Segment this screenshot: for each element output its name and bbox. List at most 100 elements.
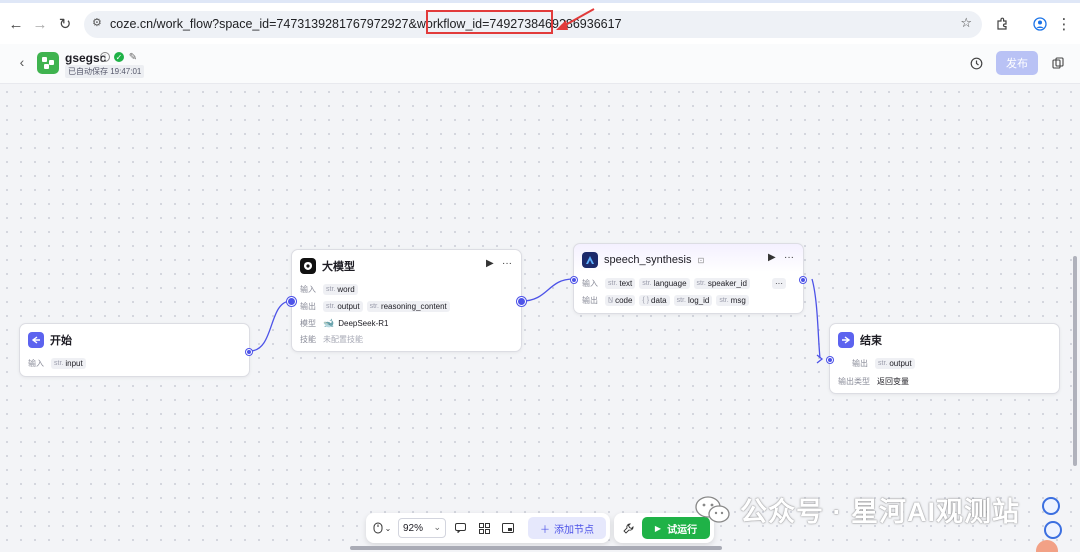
workflow-logo xyxy=(37,52,59,74)
verified-check-icon: ✓ xyxy=(114,52,124,62)
variable-name: word xyxy=(337,285,355,294)
end-output-kind-value: 返回变量 xyxy=(877,377,909,386)
type-tag: str. xyxy=(676,297,686,304)
type-tag: str. xyxy=(369,303,379,310)
comment-icon[interactable] xyxy=(452,520,468,536)
type-tag: str. xyxy=(719,297,729,304)
workflow-canvas[interactable] xyxy=(0,85,1080,552)
more-inputs-chip[interactable]: ··· xyxy=(772,278,786,289)
variable-name: code xyxy=(615,296,633,305)
variable-name: log_id xyxy=(687,296,710,305)
speech-input-chip: str. text xyxy=(605,278,636,289)
minimap-icon[interactable] xyxy=(500,520,516,536)
profile-icon[interactable] xyxy=(1030,14,1050,34)
speech-output-chip: { } data xyxy=(639,295,670,306)
start-node-title: 开始 xyxy=(50,335,72,347)
type-tag: str. xyxy=(696,280,706,287)
browser-menu-icon[interactable]: ⋮ xyxy=(1054,14,1074,34)
extensions-icon[interactable] xyxy=(992,14,1012,34)
variable-name: data xyxy=(651,296,667,305)
variable-name: reasoning_content xyxy=(380,302,447,311)
reload-icon[interactable]: ↻ xyxy=(55,14,75,34)
speech-synthesis-node[interactable]: speech_synthesis ⊡ ▶ ··· 输入 str. text str… xyxy=(571,243,806,314)
vertical-scrollbar[interactable] xyxy=(1073,256,1077,466)
type-tag: str. xyxy=(54,360,64,367)
mouse-mode-icon[interactable]: ⌄ xyxy=(372,520,392,536)
auto-layout-icon[interactable] xyxy=(476,520,492,536)
assistant-float-icon[interactable] xyxy=(1044,521,1062,539)
speech-input-port[interactable] xyxy=(571,277,577,283)
llm-model-label: 模型 xyxy=(300,319,316,328)
speech-input-label: 输入 xyxy=(582,279,598,288)
back-arrow-icon[interactable]: ← xyxy=(6,14,26,34)
zoom-select[interactable]: 92% ⌄ xyxy=(398,518,446,538)
type-tag: str. xyxy=(326,286,336,293)
deepseek-whale-icon: 🐋 xyxy=(323,318,335,328)
run-node-play-icon[interactable]: ▶ xyxy=(768,252,776,263)
variable-name: language xyxy=(653,279,687,288)
workflow-header: ‹ gsegsc i ✓ ✎ 已自动保存 19:47:01 发布 xyxy=(0,44,1080,84)
end-input-port[interactable] xyxy=(827,357,833,363)
speech-output-port[interactable] xyxy=(800,277,806,283)
speech-input-chip: str. language xyxy=(639,278,690,289)
plugin-badge-icon: ⊡ xyxy=(697,255,705,265)
add-node-button[interactable]: ＋ 添加节点 xyxy=(528,517,606,539)
llm-node-title: 大模型 xyxy=(322,261,355,273)
llm-output-chip: str. output xyxy=(323,301,363,312)
history-icon[interactable] xyxy=(968,55,984,71)
llm-model-name: DeepSeek-R1 xyxy=(338,319,389,328)
canvas-toolbar: ⌄ 92% ⌄ ＋ 添加节点 xyxy=(366,513,610,543)
llm-skill-label: 技能 xyxy=(300,335,316,344)
speech-output-chip: str. log_id xyxy=(673,295,713,306)
start-output-port[interactable] xyxy=(246,349,252,355)
test-run-label: 试运行 xyxy=(667,524,698,536)
site-settings-icon[interactable]: ⚙ xyxy=(92,16,102,29)
copy-icon[interactable] xyxy=(1050,55,1066,71)
start-node[interactable]: 开始 输入 str. input xyxy=(19,323,252,377)
llm-input-chip: str. word xyxy=(323,284,358,295)
chevron-down-icon: ⌄ xyxy=(384,523,392,533)
speech-output-chip: str. msg xyxy=(716,295,749,306)
llm-output-port[interactable] xyxy=(517,297,526,306)
variable-name: msg xyxy=(730,296,746,305)
start-input-chip: str. input xyxy=(51,358,86,369)
horizontal-scrollbar[interactable] xyxy=(350,546,722,550)
wrench-icon[interactable] xyxy=(620,520,636,536)
variable-name: speaker_id xyxy=(707,279,747,288)
llm-reasoning-chip: str. reasoning_content xyxy=(366,301,450,312)
end-node-title: 结束 xyxy=(860,335,882,347)
llm-input-port[interactable] xyxy=(287,297,296,306)
add-node-label: 添加节点 xyxy=(554,524,594,536)
type-tag: str. xyxy=(326,303,336,310)
speech-node-title: speech_synthesis xyxy=(604,254,692,266)
bookmark-star-icon[interactable]: ☆ xyxy=(960,15,972,31)
back-chevron-icon[interactable]: ‹ xyxy=(14,54,30,70)
chevron-down-icon: ⌄ xyxy=(433,522,441,532)
watermark-text: 公众号 · 星河AI观测站 xyxy=(740,497,1020,527)
type-tag: str. xyxy=(608,280,618,287)
speech-output-chip: N̲ code xyxy=(605,295,636,306)
forward-arrow-icon[interactable]: → xyxy=(30,14,50,34)
llm-skill-value: 未配置技能 xyxy=(323,335,363,344)
start-input-label: 输入 xyxy=(28,359,44,368)
variable-name: input xyxy=(65,359,83,368)
type-tag: str. xyxy=(878,360,888,367)
play-icon: ▶ xyxy=(654,523,662,533)
publish-button[interactable]: 发布 xyxy=(996,51,1038,75)
workflow-title-icons: i ✓ ✎ xyxy=(100,52,138,63)
info-icon[interactable]: i xyxy=(100,52,110,62)
end-node[interactable]: 结束 输出 str. output 输出类型 返回变量 xyxy=(827,323,1060,394)
watermark: 公众号 · 星河AI观测站 xyxy=(694,490,1020,529)
wechat-icon xyxy=(695,495,730,523)
save-status-badge: 已自动保存 19:47:01 xyxy=(65,65,145,78)
workflow-id-highlight-box xyxy=(426,10,553,34)
node-more-icon[interactable]: ··· xyxy=(502,258,512,269)
node-more-icon[interactable]: ··· xyxy=(784,252,794,263)
start-node-icon xyxy=(28,332,44,348)
llm-node[interactable]: 大模型 ▶ ··· 输入 str. word 输出 str. output str.… xyxy=(287,249,526,352)
assistant-float-icon[interactable] xyxy=(1042,497,1060,515)
end-output-chip: str. output xyxy=(875,358,915,369)
edit-icon[interactable]: ✎ xyxy=(128,52,138,63)
variable-name: text xyxy=(619,279,633,288)
run-node-play-icon[interactable]: ▶ xyxy=(486,258,494,269)
